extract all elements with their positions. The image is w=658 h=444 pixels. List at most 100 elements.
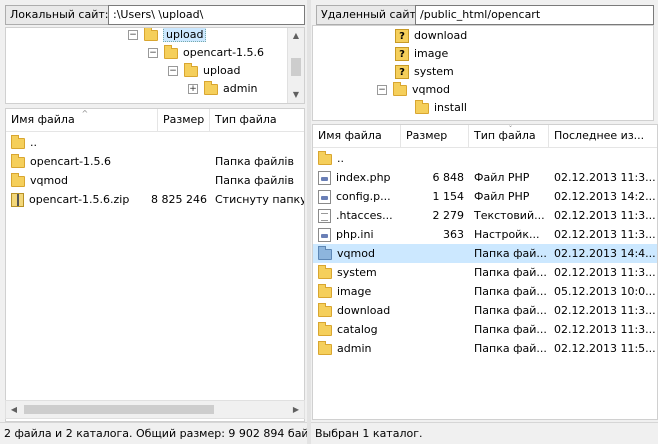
tree-vertical-scrollbar[interactable]: ▲ ▼ bbox=[287, 28, 304, 103]
file-name: vqmod bbox=[30, 174, 68, 187]
tree-item-label: download bbox=[414, 29, 468, 42]
folder-icon bbox=[204, 80, 218, 95]
file-row[interactable]: .htacces... 2 279 Текстовий... 02.12.201… bbox=[313, 206, 657, 225]
remote-status-bar: Выбран 1 каталог. bbox=[311, 422, 658, 444]
file-modified: 02.12.2013 14:2... bbox=[554, 190, 656, 203]
local-directory-tree[interactable]: − upload − opencart-1.5.6 − upload + admin ▲… bbox=[5, 27, 305, 104]
column-size[interactable]: Размер bbox=[158, 109, 210, 131]
local-horizontal-scrollbar[interactable]: ◀ ▶ bbox=[5, 400, 305, 419]
remote-site-label: Удаленный сайт: bbox=[316, 5, 420, 25]
scroll-thumb[interactable] bbox=[291, 58, 301, 76]
remote-site-pane: Удаленный сайт: /public_html/opencart ? d… bbox=[311, 0, 658, 444]
file-type: Папка фай... bbox=[474, 304, 547, 317]
file-row[interactable]: .. bbox=[6, 133, 304, 152]
file-row[interactable]: image Папка фай... 05.12.2013 10:0... bbox=[313, 282, 657, 301]
tree-item-download[interactable]: ? download bbox=[395, 27, 467, 45]
scroll-right-icon[interactable]: ▶ bbox=[288, 401, 304, 418]
tree-item-admin[interactable]: + admin bbox=[188, 80, 257, 98]
unknown-folder-icon: ? bbox=[395, 65, 409, 79]
tree-item-install[interactable]: install bbox=[415, 99, 467, 117]
column-filename[interactable]: ^ Имя файла bbox=[6, 109, 158, 131]
file-name: .htacces... bbox=[336, 209, 393, 222]
file-type: Папка фай... bbox=[474, 285, 547, 298]
text-file-icon bbox=[318, 209, 331, 223]
folder-icon bbox=[318, 150, 332, 165]
php-file-icon bbox=[318, 171, 331, 185]
local-site-pane: Локальный сайт: :\Users\ \upload\ − uploa… bbox=[0, 0, 307, 444]
tree-item-label: admin bbox=[223, 82, 258, 95]
expand-icon[interactable]: + bbox=[188, 84, 198, 94]
file-row[interactable]: download Папка фай... 02.12.2013 11:3... bbox=[313, 301, 657, 320]
column-type[interactable]: ˇ Тип файла bbox=[469, 125, 549, 147]
collapse-icon[interactable]: − bbox=[128, 30, 138, 40]
local-status-bar: 2 файла и 2 каталога. Общий размер: 9 90… bbox=[0, 422, 307, 444]
scroll-left-icon[interactable]: ◀ bbox=[6, 401, 22, 418]
file-row[interactable]: admin Папка фай... 02.12.2013 11:5... bbox=[313, 339, 657, 358]
file-name: index.php bbox=[336, 171, 391, 184]
remote-directory-tree[interactable]: ? download ? image ? system − vqmod install bbox=[312, 25, 654, 121]
tree-item-vqmod[interactable]: − vqmod bbox=[377, 81, 450, 99]
collapse-icon[interactable]: − bbox=[148, 48, 158, 58]
scroll-thumb[interactable] bbox=[24, 405, 214, 414]
file-row[interactable]: php.ini 363 Настройк... 02.12.2013 11:3.… bbox=[313, 225, 657, 244]
scroll-up-icon[interactable]: ▲ bbox=[288, 28, 304, 44]
collapse-icon[interactable]: − bbox=[168, 66, 178, 76]
file-name: vqmod bbox=[337, 247, 375, 260]
file-type: Стиснуту папку bbox=[215, 193, 305, 206]
tree-item-label: image bbox=[414, 47, 449, 60]
column-filename[interactable]: Имя файла bbox=[313, 125, 401, 147]
folder-icon bbox=[318, 245, 332, 260]
file-name: opencart-1.5.6.zip bbox=[29, 193, 130, 206]
local-file-list[interactable]: ^ Имя файла Размер Тип файла .. opencart-… bbox=[5, 108, 305, 422]
remote-list-header: Имя файла Размер ˇ Тип файла Последнее из… bbox=[313, 125, 657, 148]
column-modified[interactable]: Последнее из... bbox=[549, 125, 657, 147]
file-row[interactable]: vqmod Папка файлів bbox=[6, 171, 304, 190]
local-address-bar: Локальный сайт: :\Users\ \upload\ bbox=[0, 0, 307, 27]
sort-caret-icon: ^ bbox=[81, 109, 89, 118]
folder-icon bbox=[318, 302, 332, 317]
ini-file-icon bbox=[318, 228, 331, 242]
file-size: 8 825 246 bbox=[151, 193, 207, 206]
tree-item-upload[interactable]: − upload bbox=[128, 28, 207, 44]
file-name: .. bbox=[30, 136, 37, 149]
folder-icon bbox=[318, 283, 332, 298]
file-type: Папка фай... bbox=[474, 323, 547, 336]
folder-icon bbox=[318, 264, 332, 279]
file-type: Папка фай... bbox=[474, 342, 547, 355]
file-row[interactable]: catalog Папка фай... 02.12.2013 11:3... bbox=[313, 320, 657, 339]
file-name: php.ini bbox=[336, 228, 374, 241]
file-type: Папка фай... bbox=[474, 266, 547, 279]
file-size: 6 848 bbox=[432, 171, 465, 184]
file-name: catalog bbox=[337, 323, 378, 336]
scroll-down-icon[interactable]: ▼ bbox=[288, 87, 304, 103]
file-row[interactable]: opencart-1.5.6.zip 8 825 246 Стиснуту па… bbox=[6, 190, 304, 209]
remote-path-input[interactable]: /public_html/opencart bbox=[415, 5, 654, 25]
tree-item-image[interactable]: ? image bbox=[395, 45, 448, 63]
local-path-input[interactable]: :\Users\ \upload\ bbox=[108, 5, 305, 25]
file-row-selected[interactable]: vqmod Папка фай... 02.12.2013 14:4... bbox=[313, 244, 657, 263]
file-name: system bbox=[337, 266, 377, 279]
tree-item-upload-sub[interactable]: − upload bbox=[168, 62, 240, 80]
remote-file-list[interactable]: Имя файла Размер ˇ Тип файла Последнее из… bbox=[312, 124, 658, 420]
file-row[interactable]: config.p... 1 154 Файл PHP 02.12.2013 14… bbox=[313, 187, 657, 206]
file-row[interactable]: opencart-1.5.6 Папка файлів bbox=[6, 152, 304, 171]
php-file-icon bbox=[318, 190, 331, 204]
folder-icon bbox=[164, 44, 178, 59]
file-row[interactable]: index.php 6 848 Файл PHP 02.12.2013 11:3… bbox=[313, 168, 657, 187]
file-type: Текстовий... bbox=[474, 209, 545, 222]
tree-item-label: system bbox=[414, 65, 454, 78]
collapse-icon[interactable]: − bbox=[377, 85, 387, 95]
local-site-label: Локальный сайт: bbox=[5, 5, 109, 25]
file-modified: 02.12.2013 11:3... bbox=[554, 209, 656, 222]
tree-item-opencart[interactable]: − opencart-1.5.6 bbox=[148, 44, 264, 62]
column-size[interactable]: Размер bbox=[401, 125, 469, 147]
file-name: .. bbox=[337, 152, 344, 165]
file-row[interactable]: .. bbox=[313, 149, 657, 168]
column-type[interactable]: Тип файла bbox=[210, 109, 304, 131]
file-type: Файл PHP bbox=[474, 171, 530, 184]
folder-icon bbox=[318, 340, 332, 355]
tree-item-label: opencart-1.5.6 bbox=[183, 46, 265, 59]
file-modified: 05.12.2013 10:0... bbox=[554, 285, 656, 298]
tree-item-system[interactable]: ? system bbox=[395, 63, 454, 81]
file-row[interactable]: system Папка фай... 02.12.2013 11:3... bbox=[313, 263, 657, 282]
